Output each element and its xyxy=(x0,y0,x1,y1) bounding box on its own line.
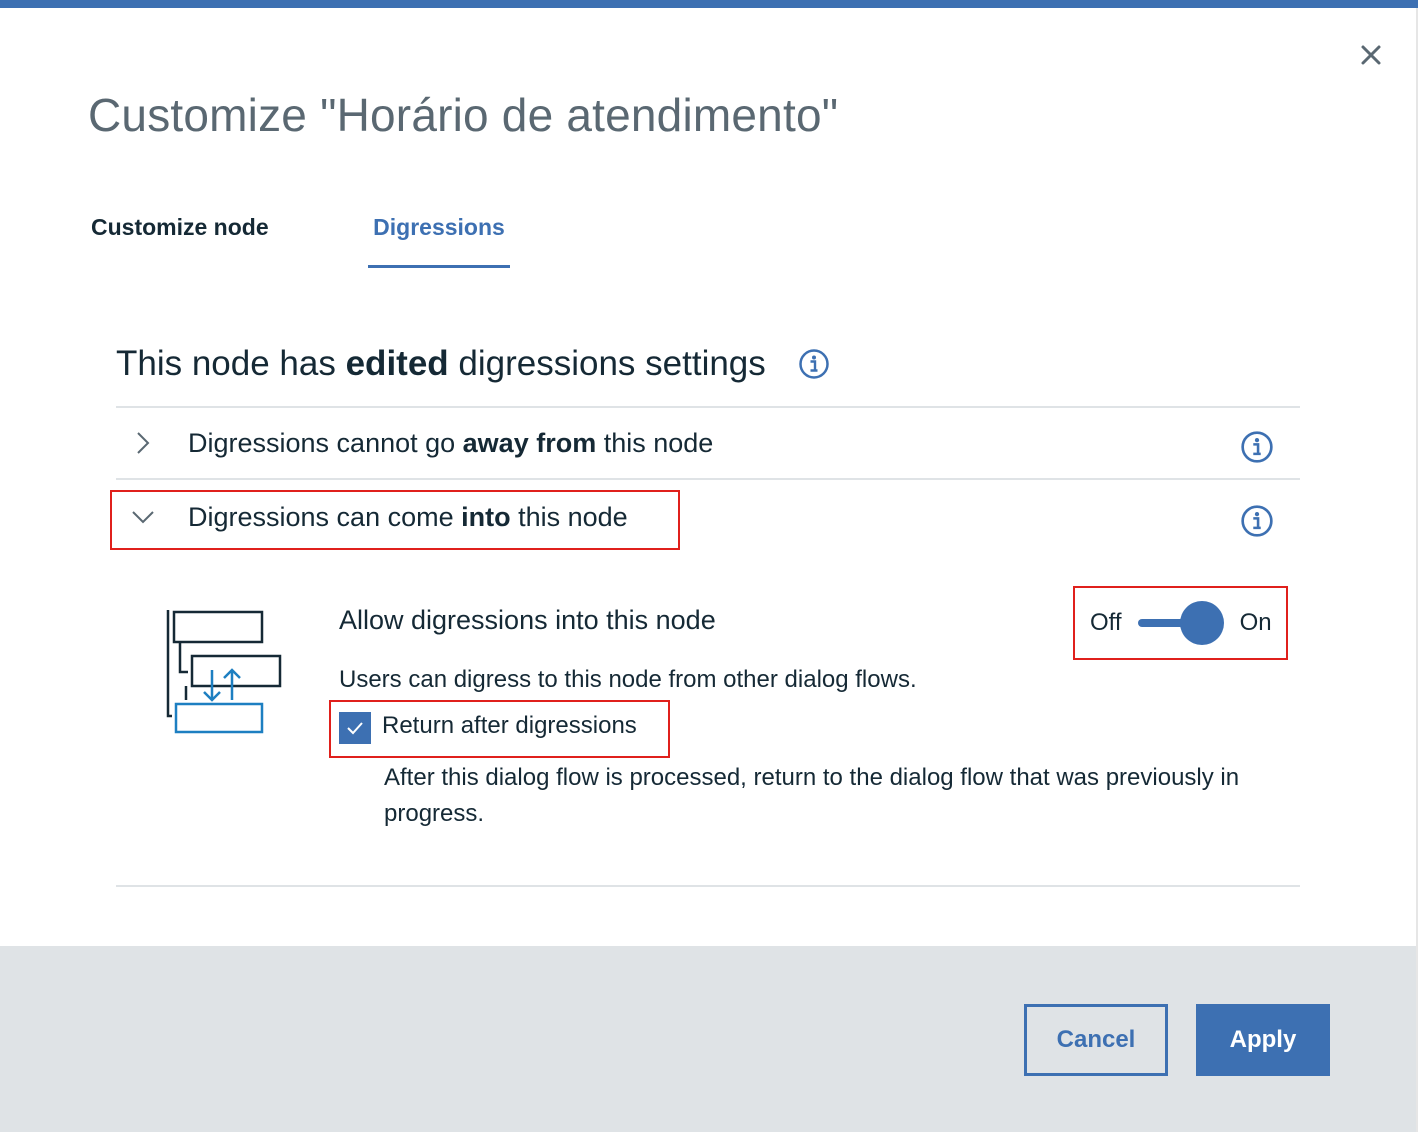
accordion-away-from[interactable]: Digressions cannot go away from this nod… xyxy=(116,414,1300,474)
tab-customize-node[interactable]: Customize node xyxy=(91,214,269,268)
close-button[interactable] xyxy=(1354,38,1388,72)
label-suffix: this node xyxy=(596,428,714,458)
toggle-on-label: On xyxy=(1239,609,1272,636)
accordion-label: Digressions can come into this node xyxy=(188,502,628,533)
chevron-down-icon xyxy=(132,511,154,524)
tab-digressions[interactable]: Digressions xyxy=(368,214,510,268)
label-suffix: this node xyxy=(510,502,628,532)
divider xyxy=(116,478,1300,480)
toggle-thumb[interactable] xyxy=(1179,601,1224,645)
info-icon[interactable] xyxy=(1240,430,1274,464)
top-accent-bar xyxy=(0,0,1418,8)
digression-toggle-group: Off On xyxy=(1090,600,1272,646)
label-emphasis: into xyxy=(461,502,511,532)
info-icon[interactable] xyxy=(1240,504,1274,538)
label-prefix: Digressions can come xyxy=(188,502,462,532)
active-tab-indicator xyxy=(368,265,510,268)
label-emphasis: away from xyxy=(462,428,597,458)
apply-button[interactable]: Apply xyxy=(1196,1004,1330,1076)
toggle-off-label: Off xyxy=(1090,609,1122,636)
section-heading: This node has edited digressions setting… xyxy=(116,344,766,384)
cancel-button[interactable]: Cancel xyxy=(1024,1004,1168,1076)
heading-prefix: This node has xyxy=(116,344,346,383)
accordion-label: Digressions cannot go away from this nod… xyxy=(188,428,713,459)
chevron-right-icon xyxy=(137,432,150,454)
info-icon[interactable] xyxy=(798,348,830,380)
return-after-checkbox[interactable] xyxy=(339,712,371,744)
label-prefix: Digressions cannot go xyxy=(188,428,463,458)
heading-emphasis: edited xyxy=(345,344,449,383)
tab-label: Customize node xyxy=(91,214,269,240)
divider xyxy=(116,406,1300,408)
allow-description: Users can digress to this node from othe… xyxy=(339,666,917,693)
checkmark-icon xyxy=(347,722,363,735)
close-icon xyxy=(1361,45,1381,65)
return-description: After this dialog flow is processed, ret… xyxy=(384,764,1240,827)
dialog-flow-diagram-icon xyxy=(166,610,282,734)
return-after-label[interactable]: Return after digressions xyxy=(382,712,637,740)
allow-digressions-toggle[interactable] xyxy=(1136,600,1226,646)
divider xyxy=(116,885,1300,887)
dialog-title: Customize "Horário de atendimento" xyxy=(88,89,839,141)
allow-digressions-label: Allow digressions into this node xyxy=(339,605,716,635)
tab-label: Digressions xyxy=(373,214,505,240)
accordion-into[interactable]: Digressions can come into this node xyxy=(116,488,1300,548)
heading-suffix: digressions settings xyxy=(448,344,766,383)
